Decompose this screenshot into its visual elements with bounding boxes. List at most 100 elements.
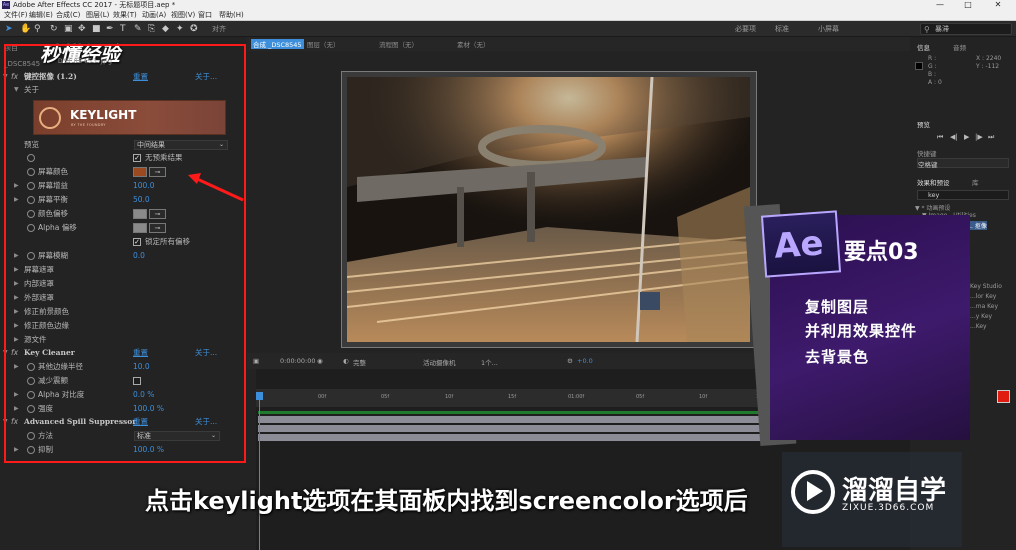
tools-bar: ➤ ✋ ⚲ ↻ ▣ ✥ ■ ✒ T ✎ ⎘ ◆ ✦ ✪ 对齐 必要项 标准 小屏… xyxy=(0,21,1016,37)
eraser-tool-icon[interactable]: ◆ xyxy=(162,24,169,34)
play-icon[interactable]: ▶ xyxy=(964,133,969,141)
tick-label: 00f xyxy=(318,394,327,400)
tab-flowchart[interactable]: 流程图（无） xyxy=(379,39,418,49)
tab-footage[interactable]: 素材（无） xyxy=(457,39,490,49)
clone-tool-icon[interactable]: ⎘ xyxy=(148,24,155,34)
tick-label: 05f xyxy=(636,394,645,400)
fill-color-swatch[interactable] xyxy=(997,390,1010,403)
tick-label: 10f xyxy=(445,394,454,400)
workspace-essentials[interactable]: 必要项 xyxy=(735,24,756,34)
resolution-dropdown[interactable]: 完整 xyxy=(353,357,366,367)
effects-presets-tab[interactable]: 效果和预设 xyxy=(917,177,950,187)
info-tab[interactable]: 信息 xyxy=(917,42,930,52)
effects-search-input[interactable]: key xyxy=(917,190,1009,200)
ae-logo-text: Ae xyxy=(772,223,825,267)
pen-tool-icon[interactable]: ✒ xyxy=(106,24,114,34)
window-title: Adobe After Effects CC 2017 - 无标题项目.aep … xyxy=(13,1,176,9)
snapshot-icon[interactable]: ◉ xyxy=(317,357,323,365)
puppet-tool-icon[interactable]: ✪ xyxy=(190,24,198,34)
highlight-frame xyxy=(4,44,246,463)
workspace-standard[interactable]: 标准 xyxy=(775,24,789,34)
menu-file[interactable]: 文件(F) xyxy=(4,10,28,21)
promo-title: 要点03 xyxy=(844,240,919,265)
brush-tool-icon[interactable]: ✎ xyxy=(134,24,142,34)
preview-tab[interactable]: 预览 xyxy=(917,119,930,129)
prev-frame-icon[interactable]: ◀| xyxy=(950,133,958,141)
menu-window[interactable]: 窗口 xyxy=(198,10,212,21)
tab-composition[interactable]: 合成 _DSC8545 xyxy=(251,39,304,49)
play-icon xyxy=(807,481,823,501)
audio-tab[interactable]: 音频 xyxy=(953,42,966,52)
hand-tool-icon[interactable]: ✋ xyxy=(20,24,31,34)
zixue-url: ZIXUE.3D66.COM xyxy=(842,503,935,513)
next-frame-icon[interactable]: |▶ xyxy=(975,133,983,141)
fast-previews-icon[interactable]: ⚙ xyxy=(567,357,573,365)
tick-label: 10f xyxy=(699,394,708,400)
menu-animation[interactable]: 动画(A) xyxy=(142,10,166,21)
tree-item[interactable]: ...lor Key xyxy=(970,293,996,300)
minimize-button[interactable]: — xyxy=(930,0,950,10)
night-overpass-image xyxy=(347,77,750,342)
tree-item[interactable]: ▼ * 动画预设 xyxy=(915,203,950,212)
maximize-button[interactable]: □ xyxy=(958,0,978,10)
color-channel-icon[interactable]: ◐ xyxy=(343,357,349,365)
pan-behind-tool-icon[interactable]: ✥ xyxy=(78,24,86,34)
zixue-name: 溜溜自学 xyxy=(842,476,947,506)
menu-composition[interactable]: 合成(C) xyxy=(56,10,80,21)
tick-label: 01:00f xyxy=(568,394,585,400)
selection-tool-icon[interactable]: ➤ xyxy=(5,24,13,34)
views-dropdown[interactable]: 1个... xyxy=(481,357,498,367)
layer-track[interactable] xyxy=(258,416,768,423)
menu-edit[interactable]: 编辑(E) xyxy=(29,10,53,21)
library-tab[interactable]: 库 xyxy=(972,177,979,187)
tree-item[interactable]: ...Key xyxy=(970,323,987,330)
ae-app-icon: Ae xyxy=(2,1,10,9)
info-y: Y : -112 xyxy=(976,63,1000,70)
type-tool-icon[interactable]: T xyxy=(120,24,126,34)
timecode[interactable]: 0:00:00:00 xyxy=(280,357,316,365)
tree-item[interactable]: Key Studio xyxy=(970,283,1002,290)
camera-tool-icon[interactable]: ▣ xyxy=(64,24,73,34)
info-r: R : xyxy=(928,55,937,62)
tab-layer[interactable]: 图层（无） xyxy=(307,39,340,49)
shortcut-dropdown[interactable]: 空格键 xyxy=(917,158,1009,169)
tick-label: 15f xyxy=(508,394,517,400)
comp-image[interactable] xyxy=(347,77,750,342)
tree-item[interactable]: ...y Key xyxy=(970,313,992,320)
mask-tool-icon[interactable]: ■ xyxy=(92,24,101,34)
layer-track[interactable] xyxy=(258,425,768,432)
layer-track[interactable] xyxy=(258,434,768,441)
camera-dropdown[interactable]: 活动摄像机 xyxy=(423,357,456,367)
help-search-value: 暴滞 xyxy=(935,25,949,33)
info-b: B : xyxy=(928,71,937,78)
help-search-field[interactable]: ⚲ 暴滞 xyxy=(920,23,1012,35)
close-button[interactable]: ✕ xyxy=(988,0,1008,10)
rotate-tool-icon[interactable]: ↻ xyxy=(50,24,58,34)
time-ruler[interactable]: 00f 05f 10f 15f 01:00f 05f 10f 15f xyxy=(256,389,776,407)
promo-line: 复制图层 xyxy=(805,298,870,316)
title-bar: Ae Adobe After Effects CC 2017 - 无标题项目.a… xyxy=(0,0,1016,10)
info-color-swatch xyxy=(915,62,923,70)
menu-bar: 文件(F) 编辑(E) 合成(C) 图层(L) 效果(T) 动画(A) 视图(V… xyxy=(0,10,1016,21)
tree-item[interactable]: ...ma Key xyxy=(970,303,998,310)
menu-help[interactable]: 帮助(H) xyxy=(219,10,244,21)
workspace-small-screen[interactable]: 小屏幕 xyxy=(818,24,839,34)
shortcut-label: 快捷键 xyxy=(917,150,937,158)
first-frame-icon[interactable]: ⏮ xyxy=(937,133,943,142)
magnification-icon[interactable]: ▣ xyxy=(253,357,259,365)
last-frame-icon[interactable]: ⏭ xyxy=(988,133,994,142)
exposure-value[interactable]: +0.0 xyxy=(577,357,593,365)
menu-layer[interactable]: 图层(L) xyxy=(86,10,109,21)
composition-tabs: 合成 _DSC8545 图层（无） 流程图（无） 素材（无） xyxy=(247,37,910,51)
zoom-tool-icon[interactable]: ⚲ xyxy=(34,24,41,34)
roto-tool-icon[interactable]: ✦ xyxy=(176,24,184,34)
tick-label: 05f xyxy=(381,394,390,400)
search-icon: ⚲ xyxy=(924,25,930,34)
menu-view[interactable]: 视图(V) xyxy=(171,10,195,21)
current-time-line xyxy=(259,398,260,550)
promo-line: 并利用效果控件 xyxy=(805,322,918,340)
work-area-bar[interactable] xyxy=(258,411,768,414)
menu-effect[interactable]: 效果(T) xyxy=(113,10,137,21)
info-x: X : 2240 xyxy=(976,55,1002,62)
snapping-label[interactable]: 对齐 xyxy=(212,24,226,34)
